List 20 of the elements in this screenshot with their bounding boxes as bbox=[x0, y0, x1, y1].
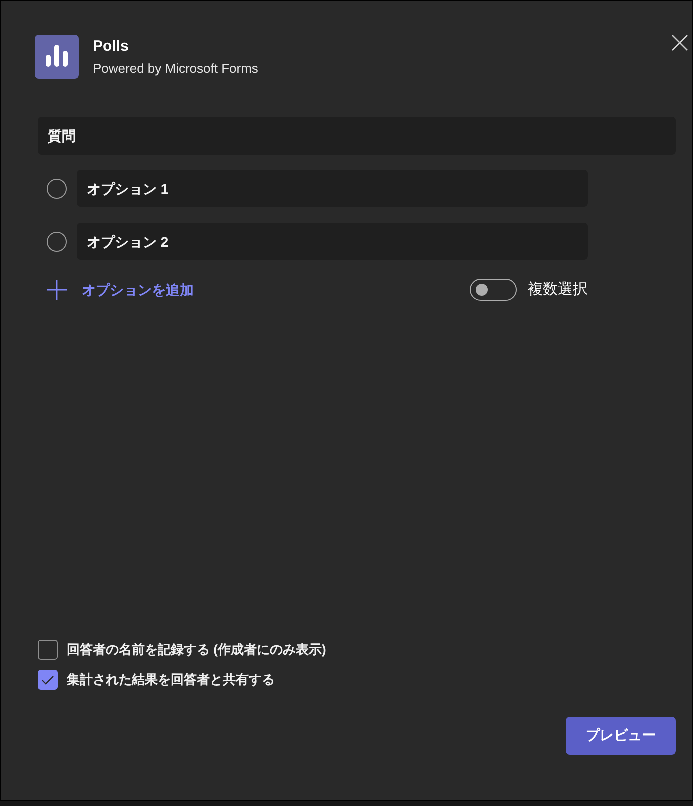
toggle-switch[interactable] bbox=[470, 279, 517, 301]
app-subtitle: Powered by Microsoft Forms bbox=[93, 60, 258, 78]
preview-button[interactable]: プレビュー bbox=[566, 717, 676, 755]
question-field[interactable]: 質問 bbox=[38, 117, 676, 155]
close-icon bbox=[672, 35, 688, 51]
bar-chart-icon bbox=[35, 35, 79, 79]
add-option-button[interactable]: オプションを追加 bbox=[47, 280, 194, 300]
radio-button[interactable] bbox=[47, 178, 67, 198]
radio-button[interactable] bbox=[47, 232, 67, 252]
plus-icon bbox=[47, 280, 67, 300]
check-icon bbox=[42, 676, 54, 684]
setting-label: 回答者の名前を記録する (作成者にのみ表示) bbox=[67, 641, 326, 659]
multiple-choice-label: 複数選択 bbox=[528, 280, 588, 300]
checkbox[interactable] bbox=[38, 640, 58, 660]
checkbox[interactable] bbox=[38, 670, 58, 690]
option-field[interactable]: オプション 2 bbox=[77, 223, 588, 260]
setting-label: 集計された結果を回答者と共有する bbox=[67, 671, 275, 689]
close-button[interactable] bbox=[672, 35, 688, 51]
app-title: Polls bbox=[93, 37, 129, 57]
option-field[interactable]: オプション 1 bbox=[77, 170, 588, 207]
